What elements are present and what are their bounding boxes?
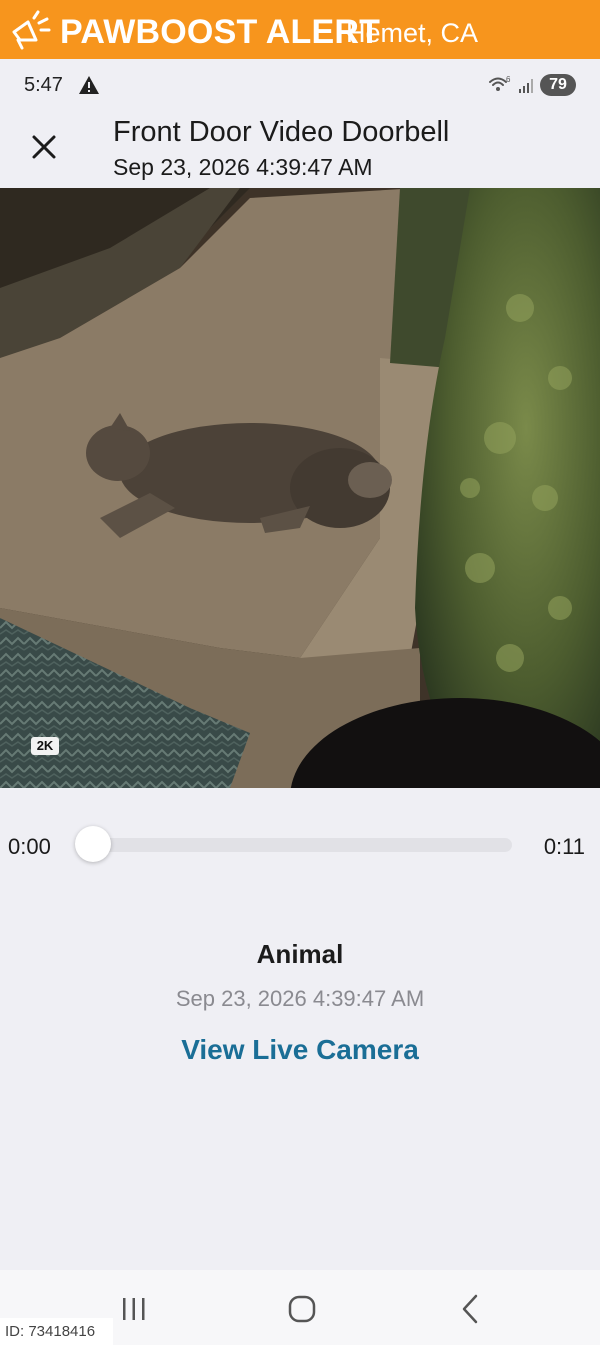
duration-time: 0:11	[543, 834, 585, 859]
video-frame-image	[0, 188, 600, 788]
event-details: Animal Sep 23, 2026 4:39:47 AM View Live…	[0, 930, 600, 1066]
event-timestamp: Sep 23, 2026 4:39:47 AM	[175, 986, 425, 1011]
pawboost-banner: PAWBOOST ALERT Hemet, CA	[0, 0, 600, 59]
page-subtitle: Sep 23, 2026 4:39:47 AM	[113, 154, 373, 180]
banner-location: Hemet, CA	[346, 18, 479, 48]
back-icon[interactable]	[450, 1292, 490, 1326]
warning-icon	[79, 76, 99, 94]
banner-brand: PAWBOOST ALERT	[60, 13, 381, 51]
video-header: Front Door Video Doorbell Sep 23, 2026 4…	[0, 111, 600, 188]
status-time: 5:47	[24, 74, 63, 96]
battery-indicator: 79	[540, 74, 576, 96]
listing-id: ID: 73418416	[0, 1318, 113, 1345]
playback-controls: 0:00 0:11	[0, 788, 600, 908]
view-live-camera-link[interactable]: View Live Camera	[181, 1034, 419, 1066]
current-time: 0:00	[8, 834, 51, 859]
recents-icon[interactable]	[114, 1292, 154, 1326]
video-quality-badge: 2K	[31, 737, 59, 755]
home-icon[interactable]	[282, 1292, 322, 1326]
page-title: Front Door Video Doorbell	[113, 116, 450, 148]
event-type: Animal	[256, 939, 344, 969]
scrubber-thumb[interactable]	[75, 826, 111, 862]
status-bar: 5:47 6 79	[0, 59, 600, 111]
signal-icon	[519, 79, 533, 93]
close-icon[interactable]	[28, 131, 60, 163]
video-player[interactable]: 2K	[0, 188, 600, 788]
pawboost-megaphone-icon	[12, 10, 51, 50]
wifi-icon: 6	[489, 75, 511, 91]
svg-text:6: 6	[506, 75, 511, 84]
playback-scrubber[interactable]	[90, 838, 512, 852]
